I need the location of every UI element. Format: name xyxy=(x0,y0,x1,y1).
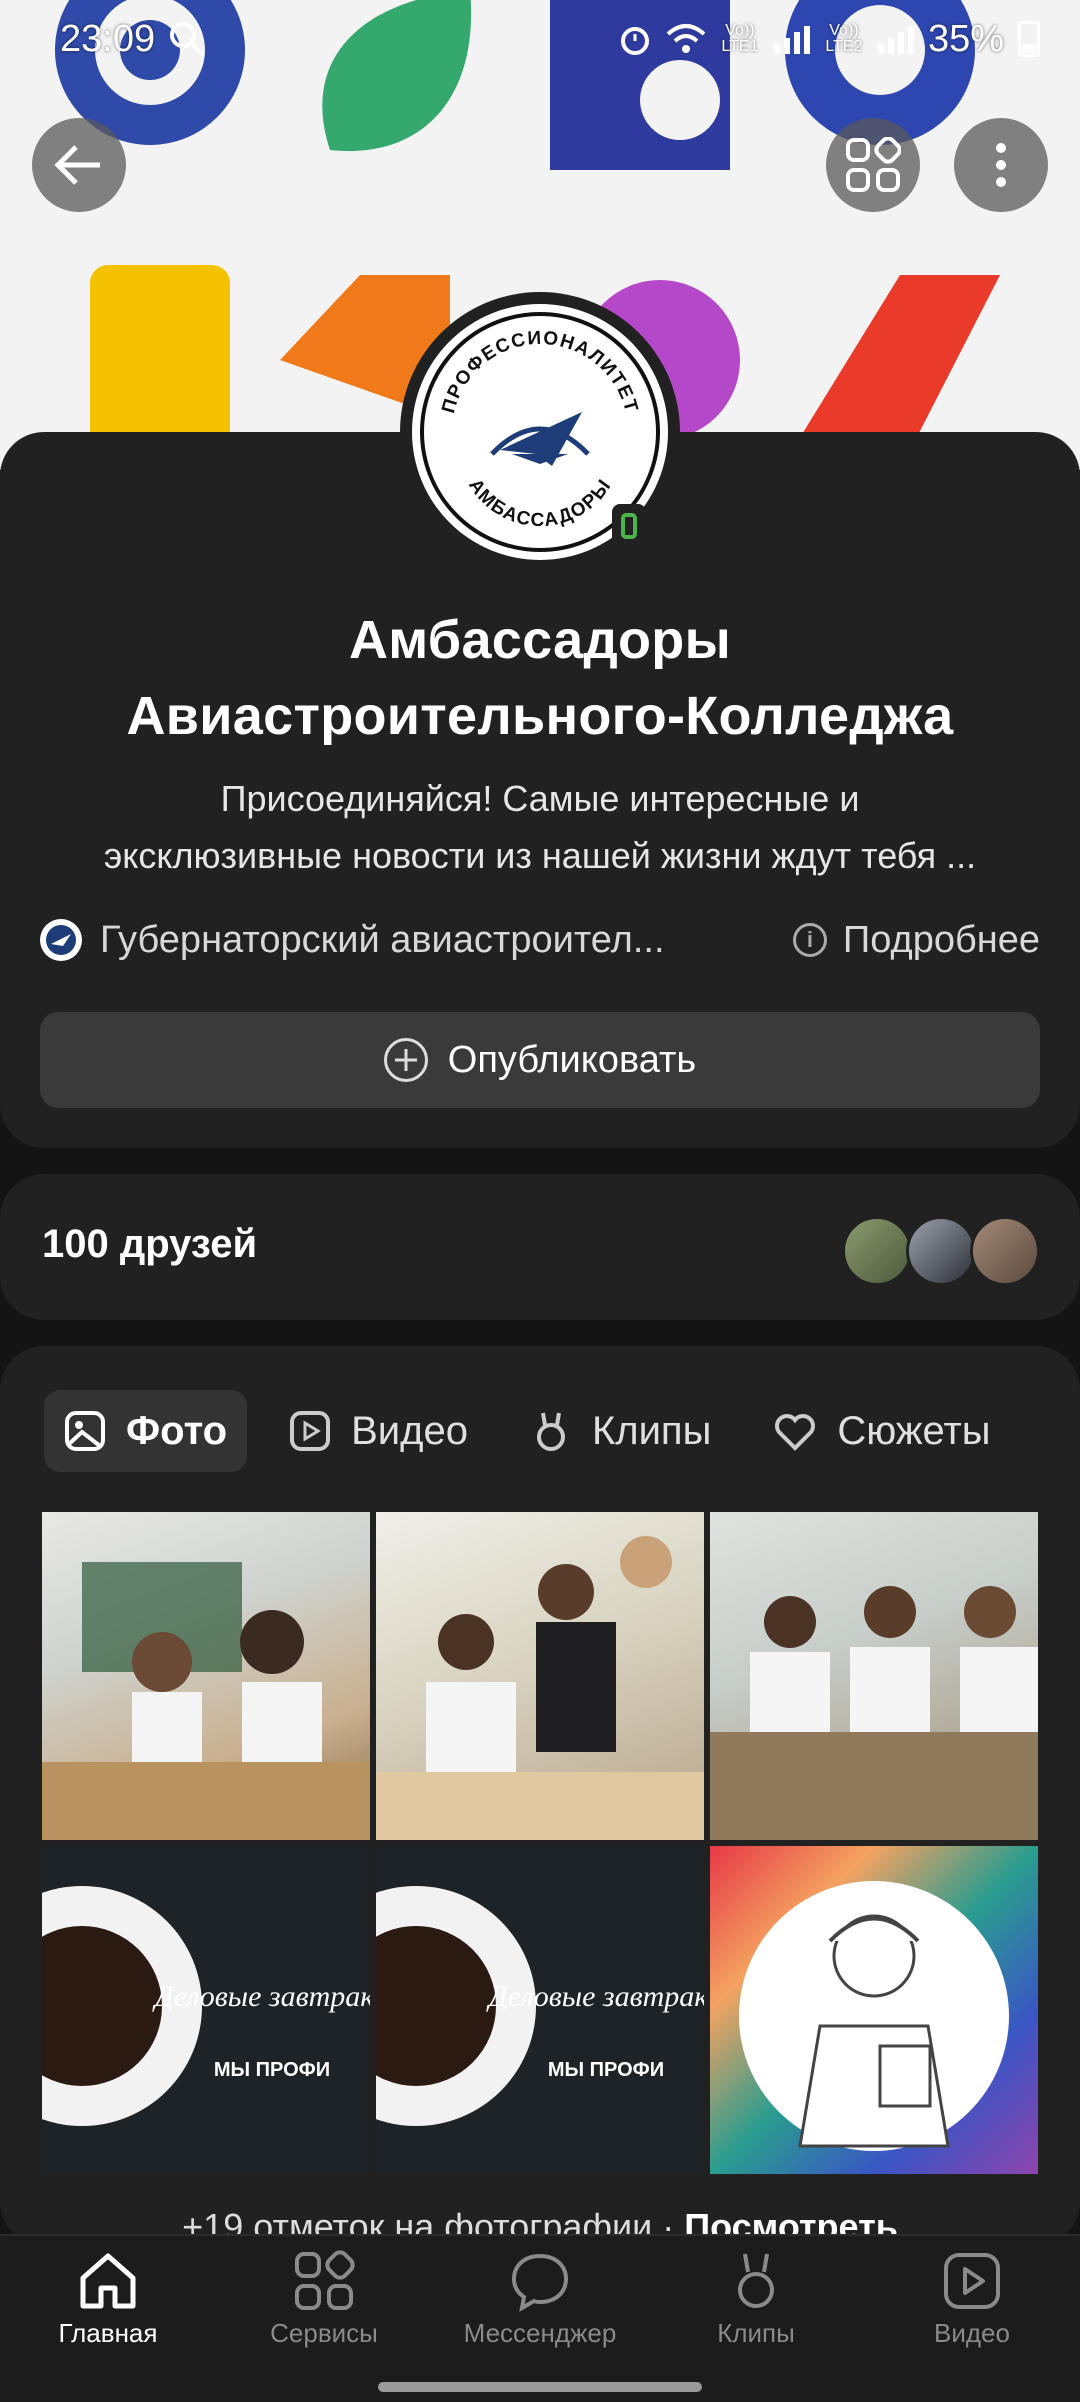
clips-icon xyxy=(536,1412,565,1451)
services-icon xyxy=(295,2250,355,2310)
photo-subcaption: МЫ ПРОФИ xyxy=(548,2059,664,2081)
friend-avatar xyxy=(906,1216,976,1286)
more-button[interactable] xyxy=(954,118,1048,212)
friends-count: 100 друзей xyxy=(42,1222,258,1266)
bottom-navigation: Главная Сервисы Мессенджер Клипы Видео xyxy=(0,2234,1080,2402)
organization-link[interactable]: Губернаторский авиастроител... xyxy=(100,919,763,962)
media-tabs: Фото Видео Клипы Сюжеты xyxy=(44,1390,1033,1472)
video-icon xyxy=(290,1411,331,1451)
grid-icon xyxy=(846,137,901,192)
tab-video[interactable]: Видео xyxy=(269,1390,488,1472)
nav-services-label: Сервисы xyxy=(270,2318,378,2348)
lte2-label: Vo)) LTE2 xyxy=(825,22,863,55)
tab-clips[interactable]: Клипы xyxy=(510,1390,731,1472)
nav-video-label: Видео xyxy=(934,2318,1010,2348)
clips-icon xyxy=(738,2253,774,2308)
photo-grid: Деловые завтраки МЫ ПРОФИ Деловые завтрак… xyxy=(42,1512,1038,2174)
organization-logo xyxy=(40,919,82,961)
battery-icon xyxy=(1018,21,1040,57)
friends-card[interactable]: 100 друзей xyxy=(0,1174,1080,1320)
tab-clips-label: Клипы xyxy=(591,1408,712,1453)
tab-stories[interactable]: Сюжеты xyxy=(753,1390,1010,1472)
tab-photo-label: Фото xyxy=(126,1408,228,1453)
tab-photo[interactable]: Фото xyxy=(44,1390,248,1472)
friend-avatar xyxy=(970,1216,1040,1286)
photo-illustration xyxy=(739,1881,1009,2151)
lte1-label: Vo)) LTE1 xyxy=(721,22,759,55)
home-icon xyxy=(80,2253,136,2309)
mobile-icon xyxy=(621,513,637,539)
apps-button[interactable] xyxy=(826,118,920,212)
tab-video-label: Видео xyxy=(351,1408,468,1453)
tab-stories-label: Сюжеты xyxy=(837,1408,991,1453)
status-bar: 23:09 Vo)) LTE1 Vo)) LTE2 35% xyxy=(60,14,1040,64)
photo-people xyxy=(710,1586,1038,1840)
photo-thumbnail[interactable] xyxy=(710,1512,1038,1840)
info-icon: i xyxy=(792,923,827,957)
publish-button[interactable]: Опубликовать xyxy=(40,1012,1040,1108)
nav-clips[interactable]: Клипы xyxy=(648,2236,864,2366)
description-line2: эксклюзивные новости из нашей жизни ждут… xyxy=(103,835,977,876)
photo-people xyxy=(42,1562,370,1840)
community-title-line2: Авиастроительного-Колледжа xyxy=(126,686,954,746)
photo-thumbnail[interactable]: Деловые завтраки МЫ ПРОФИ xyxy=(42,1846,370,2174)
community-description[interactable]: Присоединяйся! Самые интересные и эксклю… xyxy=(40,770,1040,884)
details-label: Подробнее xyxy=(842,918,1040,961)
wifi-icon xyxy=(666,24,706,53)
nav-clips-label: Клипы xyxy=(717,2318,795,2348)
alarm-icon xyxy=(620,27,649,55)
nav-messenger[interactable]: Мессенджер xyxy=(432,2236,648,2366)
photo-caption: Деловые завтраки xyxy=(152,1980,370,2013)
photo-thumbnail[interactable] xyxy=(376,1512,704,1840)
nav-home[interactable]: Главная xyxy=(0,2236,216,2366)
details-button[interactable]: i Подробнее xyxy=(792,918,1040,962)
photo-thumbnail[interactable] xyxy=(710,1846,1038,2174)
photo-subcaption: МЫ ПРОФИ xyxy=(214,2059,330,2081)
photo-people xyxy=(376,1536,704,1840)
publish-label: Опубликовать xyxy=(447,1038,697,1081)
nav-messenger-label: Мессенджер xyxy=(463,2318,617,2348)
signal2-icon xyxy=(877,24,914,54)
signal1-icon xyxy=(773,24,810,54)
image-icon xyxy=(65,1411,105,1451)
community-title: Амбассадоры Авиастроительного-Колледжа xyxy=(40,602,1040,754)
arrow-left-icon xyxy=(54,145,100,185)
friend-avatar xyxy=(842,1216,912,1286)
battery-percent: 35% xyxy=(927,17,1004,60)
photo-thumbnail[interactable]: Деловые завтраки МЫ ПРОФИ xyxy=(376,1846,704,2174)
plus-circle-icon xyxy=(383,1038,428,1082)
photo-caption: Деловые завтраки xyxy=(486,1980,704,2013)
photo-thumbnail[interactable] xyxy=(42,1512,370,1840)
online-indicator xyxy=(612,504,646,548)
home-indicator[interactable] xyxy=(378,2382,702,2392)
search-status-icon xyxy=(170,22,205,57)
photo-coffee: Деловые завтраки МЫ ПРОФИ xyxy=(376,1886,704,2126)
description-line1: Присоединяйся! Самые интересные и xyxy=(220,778,860,819)
photo-coffee: Деловые завтраки МЫ ПРОФИ xyxy=(42,1886,370,2126)
more-vertical-icon xyxy=(996,143,1006,187)
community-title-line1: Амбассадоры xyxy=(348,610,732,670)
stories-icon xyxy=(775,1414,816,1451)
video-icon xyxy=(944,2253,1000,2309)
back-button[interactable] xyxy=(32,118,126,212)
community-meta: Губернаторский авиастроител... i Подробн… xyxy=(40,910,1040,970)
friends-avatars xyxy=(842,1216,1040,1286)
messenger-icon xyxy=(511,2253,569,2312)
status-time: 23:09 xyxy=(60,17,156,60)
nav-video[interactable]: Видео xyxy=(864,2236,1080,2366)
plane-icon xyxy=(46,925,76,955)
nav-home-label: Главная xyxy=(58,2318,158,2348)
media-card: Фото Видео Клипы Сюжеты Деловые завтраки… xyxy=(0,1346,1080,2247)
nav-services[interactable]: Сервисы xyxy=(216,2236,432,2366)
